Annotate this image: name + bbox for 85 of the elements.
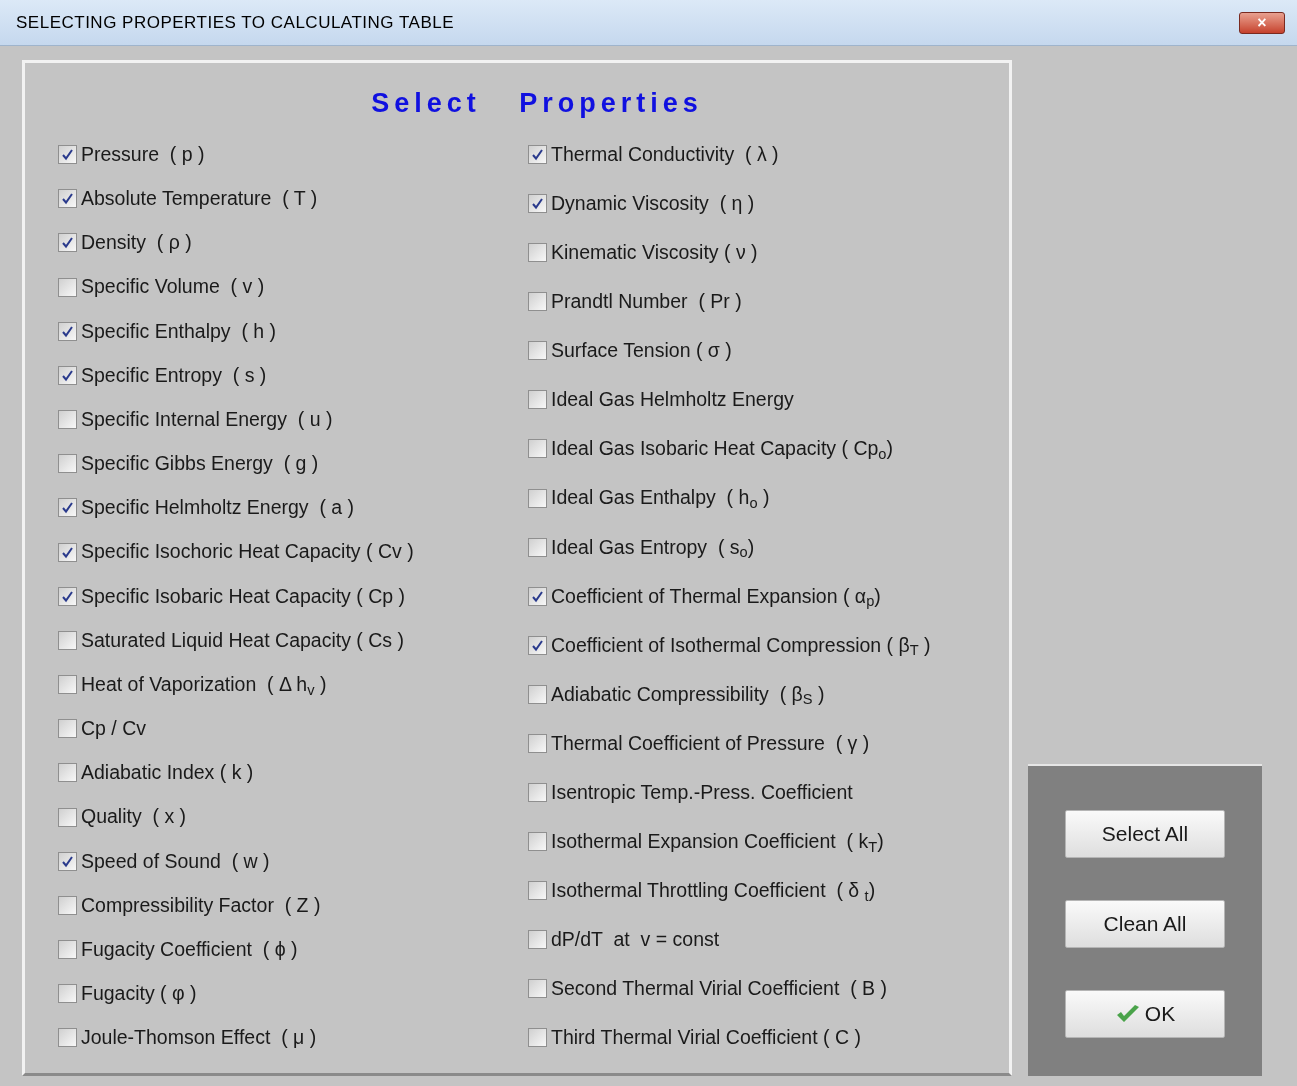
checkbox-label: Quality ( x )	[81, 804, 187, 830]
checkbox-label: Specific Isobaric Heat Capacity ( Cp )	[81, 583, 406, 609]
checkbox[interactable]	[528, 439, 547, 459]
checkbox-label: Absolute Temperature ( T )	[81, 186, 318, 212]
checkbox-label: Coefficient of Isothermal Compression ( β$_{T}$ )	[551, 632, 931, 660]
checkbox-label: Speed of Sound ( w )	[81, 848, 270, 874]
checkbox-label: Thermal Coefficient of Pressure ( γ )	[551, 730, 870, 756]
checkbox[interactable]	[528, 783, 547, 802]
checkbox-label: Specific Entropy ( s )	[81, 362, 267, 388]
checkbox[interactable]	[528, 194, 547, 214]
checkbox-label: Specific Volume ( v )	[81, 274, 265, 300]
checkbox-label: Ideal Gas Helmholtz Energy	[551, 387, 794, 413]
checkbox-label: Ideal Gas Entropy ( s$_{o}$)	[551, 534, 755, 562]
checkbox-label: Specific Gibbs Energy ( g )	[81, 451, 319, 477]
checkbox-label: Pressure ( p )	[81, 141, 205, 167]
checkbox-label: Adiabatic Compressibility ( β$_{S}$ )	[551, 681, 825, 709]
checkbox[interactable]	[58, 321, 77, 341]
checkbox-label: Second Thermal Virial Coefficient ( B )	[551, 976, 887, 1002]
checkbox[interactable]	[58, 895, 77, 915]
checkbox[interactable]	[58, 189, 77, 209]
checkbox[interactable]	[58, 542, 77, 562]
checkbox-label: Saturated Liquid Heat Capacity ( Cs )	[81, 627, 404, 653]
checkbox[interactable]	[528, 292, 547, 312]
checkbox[interactable]	[58, 145, 77, 164]
action-button[interactable]: Select All	[1065, 810, 1225, 858]
checkbox[interactable]	[528, 733, 547, 753]
checkbox[interactable]	[528, 930, 547, 950]
action-button[interactable]: Clean All	[1065, 900, 1225, 948]
checkbox-label: Prandtl Number ( Pr )	[551, 289, 742, 315]
checkbox[interactable]	[58, 277, 77, 297]
checkbox[interactable]	[528, 979, 547, 999]
checkbox[interactable]	[528, 390, 547, 410]
checkbox-label: Ideal Gas Enthalpy ( h$_{o}$ )	[551, 485, 770, 513]
checkbox[interactable]	[58, 940, 77, 960]
checkbox-label: Surface Tension ( σ )	[551, 338, 732, 364]
checkbox-label: Adiabatic Index ( k )	[81, 760, 254, 786]
checkbox[interactable]	[58, 498, 77, 518]
checkbox[interactable]	[58, 630, 77, 650]
checkbox[interactable]	[528, 341, 547, 361]
checkbox[interactable]	[528, 1028, 547, 1048]
checkbox[interactable]	[58, 984, 77, 1004]
checkbox[interactable]	[528, 684, 547, 704]
checkbox[interactable]	[528, 635, 547, 655]
checkbox[interactable]	[58, 763, 77, 783]
checkbox[interactable]	[58, 1028, 77, 1048]
checkbox-label: Specific Isochoric Heat Capacity ( Cv )	[81, 539, 414, 565]
checkbox-label: Kinematic Viscosity ( ν )	[551, 240, 758, 266]
checkbox[interactable]	[58, 365, 77, 385]
checkbox-label: Specific Helmholtz Energy ( a )	[81, 495, 355, 521]
checkbox-label: Isothermal Expansion Coefficient ( k$_{T}$)	[551, 828, 884, 857]
checkbox[interactable]	[58, 454, 77, 474]
panel-heading: Select Properties	[371, 87, 703, 120]
checkbox[interactable]	[528, 537, 547, 557]
checkbox-label: Joule-Thomson Effect ( μ )	[81, 1025, 317, 1051]
ok-button[interactable]: OK	[1065, 990, 1225, 1038]
checkbox[interactable]	[528, 832, 547, 852]
checkbox[interactable]	[58, 807, 77, 827]
checkbox-label: Fugacity Coefficient ( ϕ )	[81, 936, 298, 962]
checkbox[interactable]	[58, 675, 77, 695]
checkbox-label: Heat of Vaporization ( Δ h$_{v}$ )	[81, 671, 327, 700]
checkbox[interactable]	[528, 881, 547, 901]
checkbox[interactable]	[58, 586, 77, 606]
checkbox[interactable]	[58, 719, 77, 739]
checkbox[interactable]	[528, 586, 547, 606]
checkbox-label: dP/dT at v = const	[551, 927, 720, 953]
checkbox-label: Fugacity ( φ )	[81, 981, 197, 1007]
checkbox[interactable]	[58, 233, 77, 253]
checkbox[interactable]	[528, 488, 547, 508]
checkbox-label: Density ( ρ )	[81, 230, 192, 256]
checkbox[interactable]	[58, 851, 77, 871]
checkbox[interactable]	[58, 410, 77, 430]
checkbox-label: Coefficient of Thermal Expansion ( α$_{p}$)	[551, 583, 881, 611]
checkbox-label: Dynamic Viscosity ( η )	[551, 190, 755, 216]
checkbox-label: Thermal Conductivity ( λ )	[551, 141, 779, 167]
checkbox[interactable]	[528, 243, 547, 263]
window-title: SELECTING PROPERTIES TO CALCULATING TABLE	[16, 11, 455, 34]
checkbox-label: Specific Enthalpy ( h )	[81, 318, 277, 344]
checkbox-label: Isothermal Throttling Coefficient ( δ $_{t}$)	[551, 878, 876, 906]
checkbox-label: Isentropic Temp.-Press. Coefficient	[551, 779, 853, 805]
checkbox-label: Cp / Cv	[81, 716, 146, 742]
checkbox-label: Third Thermal Virial Coefficient ( C )	[551, 1025, 861, 1051]
checkbox-label: Ideal Gas Isobaric Heat Capacity ( Cp$_{o}$)	[551, 436, 893, 464]
checkbox[interactable]	[528, 145, 547, 164]
checkbox-label: Specific Internal Energy ( u )	[81, 406, 333, 432]
checkbox-label: Compressibility Factor ( Z )	[81, 892, 321, 918]
